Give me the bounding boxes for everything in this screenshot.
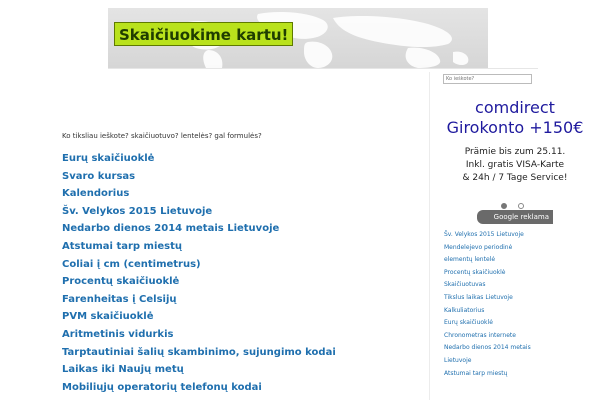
list-item: Eurų skaičiuoklė — [444, 313, 594, 326]
list-item: Eurų skaičiuoklė — [62, 147, 422, 165]
ad-footer[interactable]: Google reklama — [477, 210, 553, 224]
list-item: Nedarbo dienos 2014 metais Lietuvoje — [62, 217, 422, 235]
ad-footer-label: Google reklama — [493, 213, 549, 221]
list-item: Laikas iki Naujų metų — [62, 358, 422, 376]
main-link[interactable]: Svaro kursas — [62, 171, 135, 182]
sidebar: comdirect Girokonto +150€ Prämie bis zum… — [429, 72, 599, 400]
list-item: Tarptautiniai šalių skambinimo, sujungim… — [62, 341, 422, 359]
main-link[interactable]: Šv. Velykos 2015 Lietuvoje — [62, 206, 212, 217]
list-item: Lietuvoje — [444, 351, 594, 364]
main-link[interactable]: Atstumai tarp miestų — [62, 241, 182, 252]
main-link[interactable]: Mobiliųjų operatorių telefonų kodai — [62, 382, 262, 393]
list-item: Kalendorius — [62, 182, 422, 200]
ad-body-line1: Prämie bis zum 25.11. — [464, 147, 566, 157]
list-item: Aritmetinis vidurkis — [62, 323, 422, 341]
list-item: Chronometras internete — [444, 326, 594, 339]
sidebar-link[interactable]: Atstumai tarp miestų — [444, 370, 507, 377]
main-link[interactable]: Farenheitas į Celsijų — [62, 294, 177, 305]
ad-body-line3: & 24h / 7 Tage Service! — [462, 173, 568, 183]
list-item: Procentų skaičiuoklė — [444, 263, 594, 276]
list-item: Atstumai tarp miestų — [62, 235, 422, 253]
main-link[interactable]: PVM skaičiuoklė — [62, 311, 153, 322]
advertisement[interactable]: comdirect Girokonto +150€ Prämie bis zum… — [430, 94, 600, 226]
list-item: Svaro kursas — [62, 165, 422, 183]
list-item: Mobiliųjų operatorių telefonų kodai — [62, 376, 422, 394]
list-item: Mendelejevo periodinė — [444, 238, 594, 251]
header-divider — [108, 68, 538, 69]
main-link[interactable]: Kalendorius — [62, 188, 129, 199]
list-item: Nedarbo dienos 2014 metais — [444, 338, 594, 351]
list-item: Tikslus laikas Lietuvoje — [444, 288, 594, 301]
list-item: Farenheitas į Celsijų — [62, 288, 422, 306]
sidebar-link[interactable]: Šv. Velykos 2015 Lietuvoje — [444, 231, 524, 238]
carousel-dot-icon[interactable] — [501, 203, 507, 209]
site-logo-title[interactable]: Skaičiuokime kartu! — [114, 22, 294, 46]
main-link-list: Eurų skaičiuoklė Svaro kursas Kalendoriu… — [62, 147, 422, 393]
ad-carousel-dots — [498, 194, 527, 209]
main-link[interactable]: Procentų skaičiuoklė — [62, 276, 179, 287]
ad-body-line2: Inkl. gratis VISA-Karte — [465, 160, 565, 170]
main-link[interactable]: Nedarbo dienos 2014 metais Lietuvoje — [62, 223, 279, 234]
sidebar-link[interactable]: Tikslus laikas Lietuvoje — [444, 294, 513, 301]
sidebar-link-list: Šv. Velykos 2015 Lietuvoje Mendelejevo p… — [444, 225, 594, 377]
header-banner: Skaičiuokime kartu! — [108, 8, 488, 68]
sidebar-link[interactable]: Lietuvoje — [444, 357, 471, 364]
main-link[interactable]: Laikas iki Naujų metų — [62, 364, 184, 375]
ad-title-line1[interactable]: comdirect — [430, 98, 600, 118]
ad-body: Prämie bis zum 25.11. Inkl. gratis VISA-… — [430, 146, 600, 185]
list-item: Procentų skaičiuoklė — [62, 270, 422, 288]
ad-title-line2[interactable]: Girokonto +150€ — [430, 118, 600, 138]
list-item: Šv. Velykos 2015 Lietuvoje — [444, 225, 594, 238]
list-item: PVM skaičiuoklė — [62, 305, 422, 323]
search-input[interactable] — [443, 74, 532, 84]
search-question: Ko tiksliau ieškote? skaičiuotuvo? lente… — [62, 132, 262, 140]
list-item: Kalkuliatorius — [444, 301, 594, 314]
list-item: Coliai į cm (centimetrus) — [62, 253, 422, 271]
list-item: Atstumai tarp miestų — [444, 364, 594, 377]
main-link[interactable]: Aritmetinis vidurkis — [62, 329, 173, 340]
main-link[interactable]: Tarptautiniai šalių skambinimo, sujungim… — [62, 347, 336, 358]
list-item: elementų lentelė — [444, 250, 594, 263]
list-item: Skaičiuotuvas — [444, 275, 594, 288]
list-item: Šv. Velykos 2015 Lietuvoje — [62, 200, 422, 218]
main-link[interactable]: Eurų skaičiuoklė — [62, 153, 154, 164]
main-link[interactable]: Coliai į cm (centimetrus) — [62, 259, 201, 270]
main-content: Ko tiksliau ieškote? skaičiuotuvo? lente… — [62, 130, 422, 393]
carousel-dot-icon[interactable] — [518, 203, 525, 209]
